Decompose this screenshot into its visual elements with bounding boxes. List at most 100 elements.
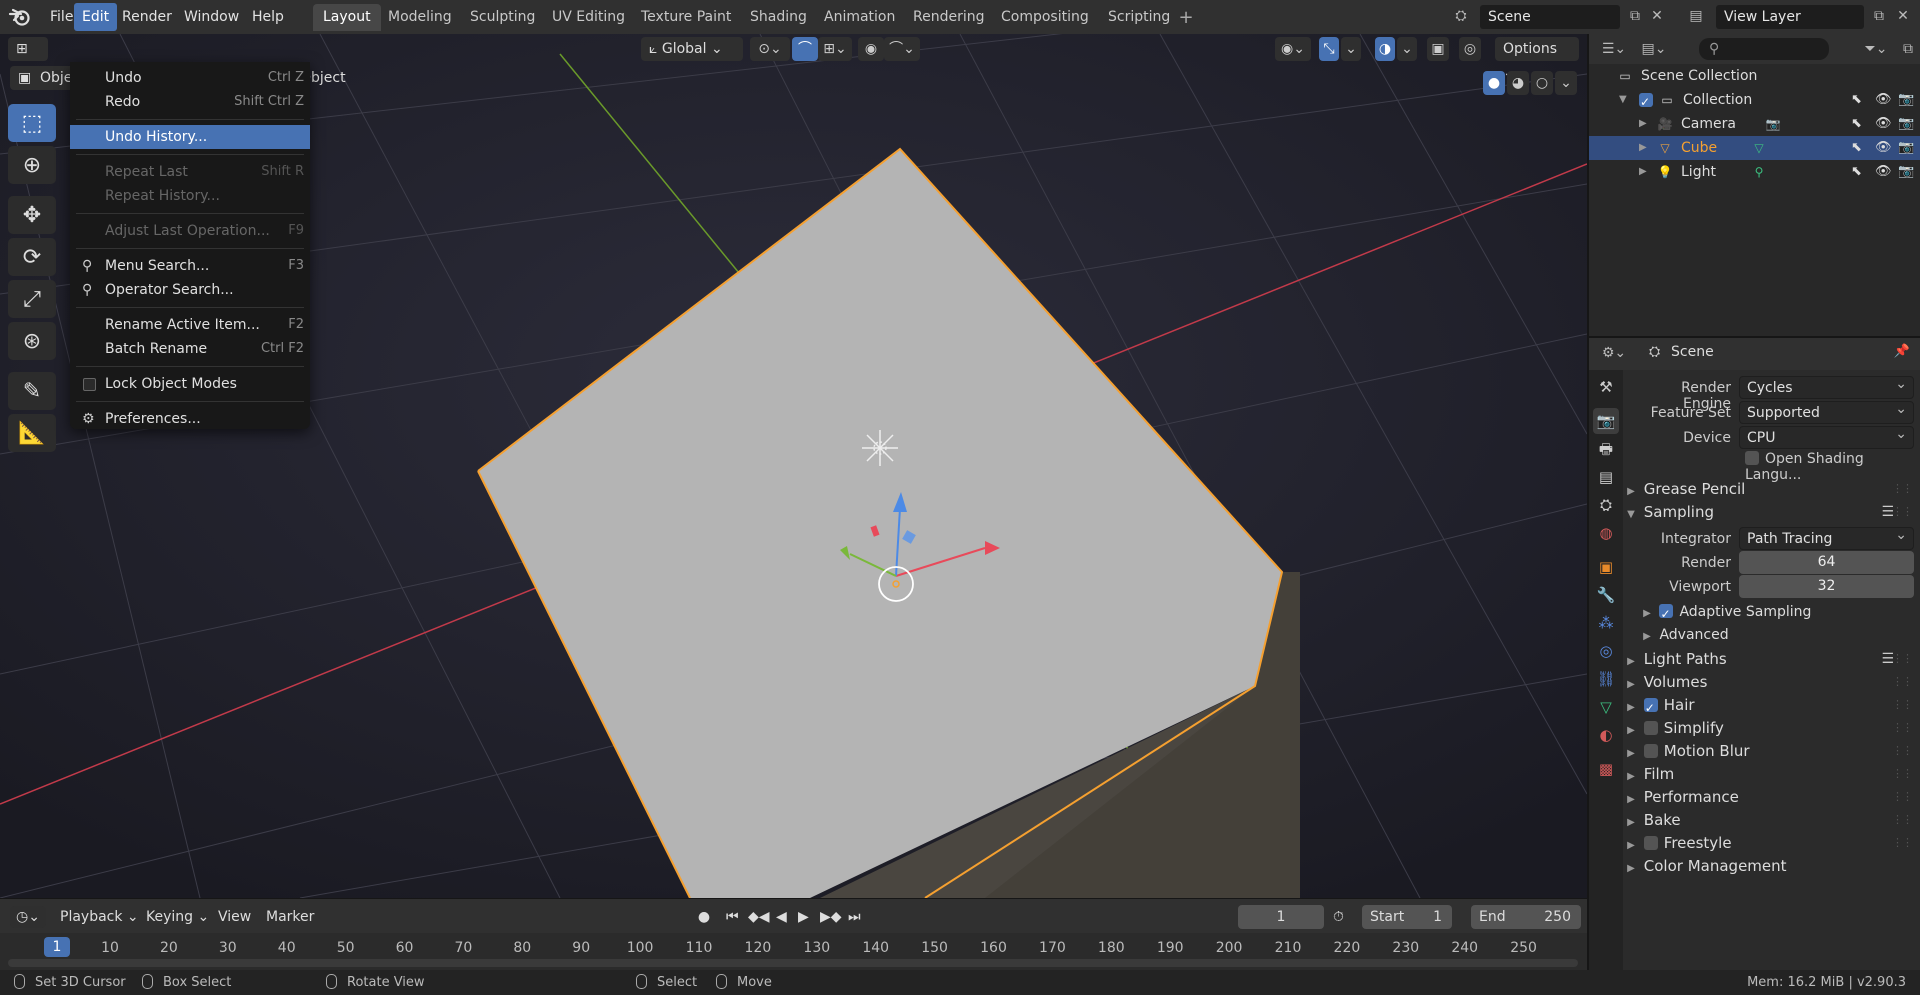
tab-texture-paint[interactable]: Texture Paint xyxy=(631,4,741,31)
expand-toggle-icon[interactable]: ▶ xyxy=(1639,112,1647,136)
filter-icon[interactable]: ⏷⌄ xyxy=(1859,38,1893,62)
timeline-editor-type-icon[interactable]: ◷⌄ xyxy=(10,906,46,928)
output-tab-icon[interactable]: 🖶 xyxy=(1593,436,1619,462)
transform-orientation-dropdown[interactable]: ⟀ Global ⌄ xyxy=(641,37,743,61)
measure-tool-icon[interactable]: 📐 xyxy=(8,414,56,452)
play-reverse-icon[interactable]: ◀ xyxy=(776,906,787,928)
tab-compositing[interactable]: Compositing xyxy=(991,4,1099,31)
adaptive-sampling-checkbox[interactable] xyxy=(1659,601,1674,627)
particles-tab-icon[interactable]: ⁂ xyxy=(1593,610,1619,636)
select-toggle-icon[interactable]: ⬉ xyxy=(1851,136,1862,160)
pin-icon[interactable]: 📌 xyxy=(1894,344,1910,359)
snap-toggle-icon[interactable]: ⌒ xyxy=(792,37,818,61)
menu-render[interactable]: Render xyxy=(114,3,180,31)
jump-end-icon[interactable]: ⏭ xyxy=(848,906,861,928)
end-frame-field[interactable]: End 250 xyxy=(1471,905,1581,929)
exclude-checkbox[interactable] xyxy=(1639,90,1653,114)
outliner-row-camera[interactable]: ▶ 🎥 Camera 📷 ⬉ 👁 📷 xyxy=(1589,112,1920,136)
view-layer-icon[interactable]: ▤ xyxy=(1685,5,1707,29)
mesh-data-icon[interactable]: ▽ xyxy=(1751,140,1767,156)
menu-help[interactable]: Help xyxy=(244,3,292,31)
menu-item-undo[interactable]: Undo Ctrl Z xyxy=(70,66,310,90)
falloff-icon[interactable]: ⌒⌄ xyxy=(884,37,920,61)
current-frame-indicator[interactable]: 1 xyxy=(44,937,70,957)
annotate-tool-icon[interactable]: ✎ xyxy=(8,372,56,410)
hair-checkbox[interactable] xyxy=(1643,695,1658,721)
outliner[interactable]: ☰⌄ ▤⌄ ⚲ ⏷⌄ ⧉ ▭ Scene Collection ▼ ▭ Collec… xyxy=(1587,34,1920,336)
tab-scripting[interactable]: Scripting xyxy=(1098,4,1180,31)
rendered-shading-icon[interactable]: ○ xyxy=(1531,71,1553,95)
wireframe-shading-icon[interactable]: ◎ xyxy=(1459,37,1481,61)
menu-item-batch-rename[interactable]: Batch Rename Ctrl F2 xyxy=(70,337,310,361)
data-tab-icon[interactable]: ▽ xyxy=(1593,694,1619,720)
play-icon[interactable]: ▶ xyxy=(798,906,809,928)
viewport-samples-field[interactable]: 32 xyxy=(1739,575,1914,598)
jump-start-icon[interactable]: ⏮ xyxy=(726,906,739,928)
move-tool-icon[interactable]: ✥ xyxy=(8,196,56,234)
view-layer-tab-icon[interactable]: ▤ xyxy=(1593,464,1619,490)
expand-toggle-icon[interactable]: ▶ xyxy=(1639,136,1647,160)
stopwatch-icon[interactable]: ⏱ xyxy=(1333,906,1344,928)
menu-window[interactable]: Window xyxy=(176,3,247,31)
view-menu[interactable]: View xyxy=(218,906,251,928)
render-toggle-icon[interactable]: 📷 xyxy=(1898,160,1914,184)
eye-icon[interactable]: 👁 xyxy=(1875,112,1892,136)
feature-set-dropdown[interactable]: Supported xyxy=(1739,398,1914,424)
osl-checkbox-box[interactable] xyxy=(1745,451,1759,465)
world-tab-icon[interactable]: ◍ xyxy=(1593,520,1619,546)
select-box-tool-icon[interactable]: ⬚ xyxy=(8,104,56,142)
new-collection-icon[interactable]: ⧉ xyxy=(1897,38,1919,62)
editor-type-button[interactable]: ⊞ ⌄ xyxy=(8,37,48,81)
expand-toggle-icon[interactable]: ▶ xyxy=(1639,160,1647,184)
outliner-editor-type-icon[interactable]: ☰⌄ xyxy=(1597,38,1631,62)
render-tab-icon[interactable]: 📷 xyxy=(1593,408,1619,434)
view-layer-field[interactable]: View Layer xyxy=(1716,5,1864,29)
select-toggle-icon[interactable]: ⬉ xyxy=(1851,160,1862,184)
integrator-dropdown[interactable]: Path Tracing xyxy=(1739,524,1914,550)
cursor-tool-icon[interactable]: ⊕ xyxy=(8,146,56,184)
new-scene-icon[interactable]: ⧉ xyxy=(1624,5,1646,29)
eye-icon[interactable]: 👁 xyxy=(1875,88,1892,112)
shading-dropdown-icon[interactable]: ⌄ xyxy=(1555,71,1577,95)
material-tab-icon[interactable]: ◐ xyxy=(1593,722,1619,748)
menu-item-redo[interactable]: Redo Shift Ctrl Z xyxy=(70,90,310,114)
gizmo-toggle-icon[interactable]: ⤡ xyxy=(1319,37,1339,61)
scene-tab-icon[interactable]: ⛭ xyxy=(1593,492,1619,518)
panel-sampling[interactable]: ▼ Sampling xyxy=(1623,499,1714,525)
proportional-edit-icon[interactable]: ◉ xyxy=(858,37,884,61)
outliner-scene-collection[interactable]: ▭ Scene Collection xyxy=(1589,64,1920,88)
pivot-point-icon[interactable]: ⊙⌄ xyxy=(750,37,790,61)
render-engine-dropdown[interactable]: Cycles xyxy=(1739,373,1914,399)
modifiers-tab-icon[interactable]: 🔧 xyxy=(1593,582,1619,608)
motion-blur-checkbox[interactable] xyxy=(1643,744,1658,758)
transform-tool-icon[interactable]: ⊛ xyxy=(8,322,56,360)
properties-editor-type-icon[interactable]: ⚙⌄ xyxy=(1597,342,1631,366)
eye-icon[interactable]: 👁 xyxy=(1875,136,1892,160)
solid-shading-icon[interactable]: ● xyxy=(1483,71,1505,95)
osl-checkbox[interactable]: Open Shading Langu... xyxy=(1745,451,1920,483)
snap-target-icon[interactable]: ⊞⌄ xyxy=(818,37,852,61)
scene-selector-icon[interactable]: ⛭ xyxy=(1450,5,1472,29)
object-tab-icon[interactable]: ▣ xyxy=(1593,554,1619,580)
overlays-toggle-icon[interactable]: ◑ xyxy=(1375,37,1395,61)
scale-tool-icon[interactable]: ⤢ xyxy=(8,280,56,318)
simplify-checkbox[interactable] xyxy=(1643,721,1658,735)
outliner-row-cube[interactable]: ▶ ▽ Cube ▽ ⬉ 👁 📷 xyxy=(1589,136,1920,160)
marker-menu[interactable]: Marker xyxy=(266,906,314,928)
tab-shading[interactable]: Shading xyxy=(740,4,817,31)
gizmo-dropdown-icon[interactable]: ⌄ xyxy=(1341,37,1361,61)
render-samples-field[interactable]: 64 xyxy=(1739,551,1914,574)
tool-tab-icon[interactable]: ⚒ xyxy=(1593,374,1619,400)
camera-data-icon[interactable]: 📷 xyxy=(1765,116,1781,132)
xray-toggle-icon[interactable]: ▣ xyxy=(1427,37,1449,61)
visibility-icon[interactable]: ◉⌄ xyxy=(1275,37,1311,61)
rotate-tool-icon[interactable]: ⟳ xyxy=(8,238,56,276)
display-mode-icon[interactable]: ▤⌄ xyxy=(1637,38,1671,62)
physics-tab-icon[interactable]: ◎ xyxy=(1593,638,1619,664)
freestyle-checkbox[interactable] xyxy=(1643,836,1658,850)
menu-item-preferences[interactable]: ⚙ Preferences... xyxy=(70,407,310,431)
constraints-tab-icon[interactable]: ⛓ xyxy=(1593,666,1619,692)
tab-layout[interactable]: Layout xyxy=(313,4,381,31)
options-button[interactable]: Options ⌄ xyxy=(1495,37,1579,81)
light-data-icon[interactable]: ⚲ xyxy=(1751,164,1767,180)
